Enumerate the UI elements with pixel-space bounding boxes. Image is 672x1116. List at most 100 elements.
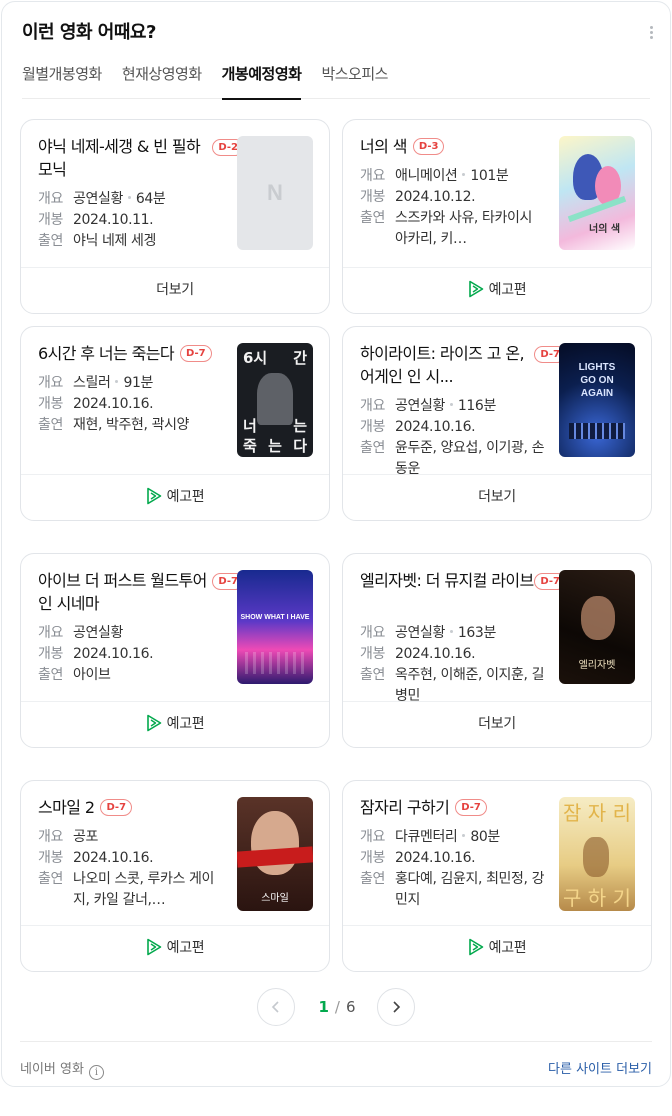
trailer-button[interactable]: 예고편 [21, 701, 329, 747]
movie-poster[interactable]: 엘리자벳 [559, 570, 635, 684]
movie-card-six-hours[interactable]: 6시간 후 너는 죽는다 D-7 개요 스릴러 91분 개봉 2024.10.16. 출… [20, 326, 330, 521]
movie-info: 개요 공연실황 163분 개봉 2024.10.16. 출연 옥주현, 이해준, 이지훈… [360, 623, 560, 707]
movie-title-row: 야닉 네제-세갱 & 빈 필하모닉 D-2 [38, 135, 244, 181]
movie-card-ive-world-tour[interactable]: 아이브 더 퍼스트 월드투어 인 시네마 D-7 개요 공연실황 개봉 2024.10… [20, 553, 330, 748]
play-icon [468, 280, 483, 298]
movie-poster[interactable]: 스마일 [237, 797, 313, 911]
info-row-cast: 출연 재현, 박주현, 곽시양 [38, 415, 238, 436]
card-body[interactable]: 스마일 2 D-7 개요 공포 개봉 2024.10.16. 출연 나오미 스콧, 루카… [21, 781, 329, 929]
movie-poster[interactable]: 6시 간 너는 죽는다 [237, 343, 313, 457]
movie-release-date: 2024.10.16. [73, 850, 154, 866]
poster-char: 잠 [563, 801, 582, 825]
info-row-cast: 출연 야닉 네제 세겡 [38, 231, 238, 252]
info-label: 출연 [38, 871, 63, 887]
movie-title[interactable]: 스마일 2 [38, 798, 95, 817]
info-row-genre: 개요 스릴러 91분 [38, 373, 238, 394]
movie-card-smile-2[interactable]: 스마일 2 D-7 개요 공포 개봉 2024.10.16. 출연 나오미 스콧, 루카… [20, 780, 330, 972]
movie-poster[interactable]: 잠자리 구하기 [559, 797, 635, 911]
movie-title-row: 잠자리 구하기 D-7 [360, 796, 548, 819]
trailer-button[interactable]: 예고편 [21, 474, 329, 520]
info-row-genre: 개요 공연실황 163분 [360, 623, 560, 644]
tab-upcoming[interactable]: 개봉예정영화 [221, 58, 302, 100]
movie-card-saving-dragonfly[interactable]: 잠자리 구하기 D-7 개요 다큐멘터리 80분 개봉 2024.10.16. 출연 홍다… [342, 780, 652, 972]
poster-title-text: 스마일 [261, 893, 289, 904]
page-indicator: 1 / 6 [300, 998, 374, 1016]
card-body[interactable]: 아이브 더 퍼스트 월드투어 인 시네마 D-7 개요 공연실황 개봉 2024.10… [21, 554, 329, 702]
poster-char: 구 [563, 886, 582, 910]
poster-title-text: 너의 색 [589, 224, 621, 235]
movie-info: 개요 공포 개봉 2024.10.16. 출연 나오미 스콧, 루카스 게이지, 카일… [38, 827, 238, 911]
movie-title[interactable]: 잠자리 구하기 [360, 798, 450, 817]
movie-cast: 재현, 박주현, 곽시양 [73, 417, 190, 433]
info-value: 공연실황 [73, 623, 123, 644]
info-row-release: 개봉 2024.10.16. [360, 644, 560, 665]
info-row-genre: 개요 공연실황 64분 [38, 189, 238, 210]
movie-poster[interactable]: 너의 색 [559, 136, 635, 250]
movie-genre: 공포 [73, 829, 98, 845]
info-label: 개봉 [360, 850, 385, 866]
info-value: 다큐멘터리 80분 [395, 827, 500, 848]
card-body[interactable]: 잠자리 구하기 D-7 개요 다큐멘터리 80분 개봉 2024.10.16. 출연 홍다… [343, 781, 651, 929]
movie-card-yannick-vienna[interactable]: 야닉 네제-세갱 & 빈 필하모닉 D-2 개요 공연실황 64분 개봉 2024.10… [20, 119, 330, 314]
movie-runtime: 80분 [470, 829, 500, 845]
info-row-genre: 개요 공연실황 [38, 623, 238, 644]
movie-cast: 홍다예, 김윤지, 최민정, 강민지 [395, 871, 545, 908]
more-button[interactable]: 더보기 [21, 267, 329, 313]
card-body[interactable]: 하이라이트: 라이즈 고 온, 어게인 인 시... D-7 개요 공연실황 116분… [343, 327, 651, 477]
movie-info: 개요 스릴러 91분 개봉 2024.10.16. 출연 재현, 박주현, 곽시양 [38, 373, 238, 436]
movie-cast: 야닉 네제 세겡 [73, 233, 156, 249]
button-label: 예고편 [488, 282, 527, 298]
movie-runtime: 91분 [123, 375, 153, 391]
more-button[interactable]: 더보기 [343, 474, 651, 520]
card-body[interactable]: 너의 색 D-3 개요 애니메이션 101분 개봉 2024.10.12. 출연 스즈카와… [343, 120, 651, 268]
card-body[interactable]: 엘리자벳: 더 뮤지컬 라이브 D-7 개요 공연실황 163분 개봉 2024.10.… [343, 554, 651, 704]
info-row-release: 개봉 2024.10.16. [360, 848, 560, 869]
info-row-cast: 출연 스즈카와 사유, 타카이시 아카리, 키… [360, 208, 560, 250]
card-body[interactable]: 야닉 네제-세갱 & 빈 필하모닉 D-2 개요 공연실황 64분 개봉 2024.10… [21, 120, 329, 268]
other-sites-link[interactable]: 다른 사이트 더보기 [548, 1058, 652, 1077]
info-row-cast: 출연 홍다예, 김윤지, 최민정, 강민지 [360, 869, 560, 911]
trailer-button[interactable]: 예고편 [343, 925, 651, 971]
info-label: 개요 [360, 625, 385, 641]
movie-poster[interactable]: N [237, 136, 313, 250]
poster-char: 리 [612, 801, 631, 825]
card-body[interactable]: 6시간 후 너는 죽는다 D-7 개요 스릴러 91분 개봉 2024.10.16. 출… [21, 327, 329, 475]
more-button[interactable]: 더보기 [343, 701, 651, 747]
tab-now-showing[interactable]: 현재상영영화 [122, 58, 202, 99]
info-value: 공연실황 116분 [395, 396, 496, 417]
movie-poster[interactable]: LIGHTS GO ON AGAIN [559, 343, 635, 457]
info-row-release: 개봉 2024.10.16. [38, 394, 238, 415]
tab-monthly-releases[interactable]: 월별개봉영화 [22, 58, 102, 99]
info-row-release: 개봉 2024.10.16. [38, 848, 238, 869]
current-page: 1 [318, 998, 329, 1016]
movie-title-row: 스마일 2 D-7 [38, 796, 226, 819]
panel-title: 이런 영화 어때요? [22, 22, 156, 43]
info-icon[interactable]: i [88, 1065, 104, 1080]
movie-genre: 공연실황 [73, 191, 123, 207]
movie-card-highlight-concert[interactable]: 하이라이트: 라이즈 고 온, 어게인 인 시... D-7 개요 공연실황 116분… [342, 326, 652, 521]
tab-box-office[interactable]: 박스오피스 [321, 58, 388, 99]
poster-char: 너 [243, 417, 257, 435]
info-row-release: 개봉 2024.10.11. [38, 210, 238, 231]
movie-card-elisabeth-musical[interactable]: 엘리자벳: 더 뮤지컬 라이브 D-7 개요 공연실황 163분 개봉 2024.10.… [342, 553, 652, 748]
next-page-button[interactable] [377, 988, 415, 1026]
poster-char: 자 [587, 801, 607, 825]
movie-title-row: 엘리자벳: 더 뮤지컬 라이브 D-7 [360, 569, 566, 592]
trailer-button[interactable]: 예고편 [343, 267, 651, 313]
movie-title[interactable]: 6시간 후 너는 죽는다 [38, 344, 175, 363]
info-value: 애니메이션 101분 [395, 166, 509, 187]
movie-release-date: 2024.10.16. [73, 646, 154, 662]
movie-card-your-color[interactable]: 너의 색 D-3 개요 애니메이션 101분 개봉 2024.10.12. 출연 스즈카와… [342, 119, 652, 314]
info-label: 개요 [360, 168, 385, 184]
more-vertical-icon[interactable] [646, 24, 656, 42]
movie-title[interactable]: 너의 색 [360, 137, 407, 156]
prev-page-button[interactable] [257, 988, 295, 1026]
info-label: 개봉 [38, 212, 63, 228]
trailer-button[interactable]: 예고편 [21, 925, 329, 971]
info-row-genre: 개요 공연실황 116분 [360, 396, 560, 417]
button-label: 더보기 [478, 489, 516, 505]
movie-poster[interactable]: SHOW WHAT I HAVE [237, 570, 313, 684]
poster-char: 하 [587, 886, 607, 910]
movie-info: 개요 애니메이션 101분 개봉 2024.10.12. 출연 스즈카와 사유, 타카이… [360, 166, 560, 250]
separator-dot [127, 196, 131, 199]
